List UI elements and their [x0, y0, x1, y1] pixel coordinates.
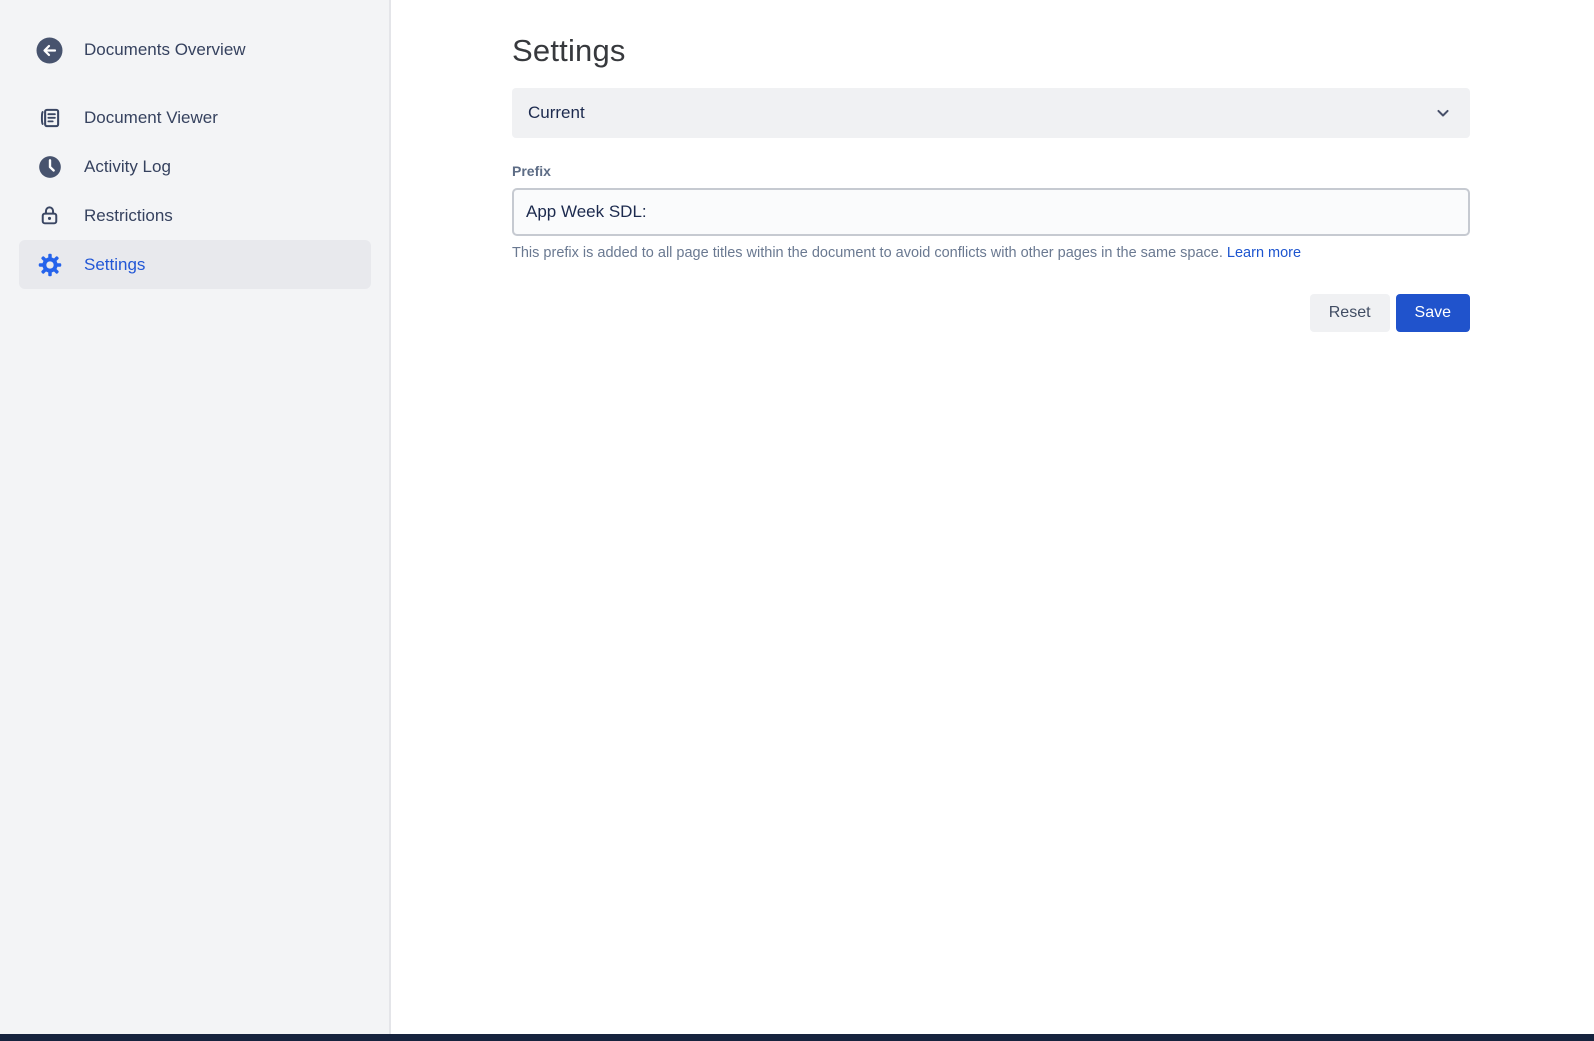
sidebar-item-documents-overview[interactable]: Documents Overview	[0, 30, 389, 70]
main-content: Settings Current Prefix This prefix is a…	[391, 0, 1594, 1034]
lock-icon	[36, 202, 63, 229]
prefix-help-text: This prefix is added to all page titles …	[512, 245, 1470, 261]
version-dropdown[interactable]: Current	[512, 88, 1470, 138]
back-arrow-icon	[36, 37, 63, 64]
save-button[interactable]: Save	[1396, 294, 1470, 332]
gear-icon	[36, 251, 63, 278]
sidebar-item-settings[interactable]: Settings	[19, 240, 371, 289]
version-dropdown-value: Current	[528, 103, 585, 123]
sidebar-item-label: Documents Overview	[84, 40, 246, 60]
sidebar-item-document-viewer[interactable]: Document Viewer	[0, 93, 389, 142]
app-window: Documents Overview Document Viewer Activ…	[0, 0, 1594, 1034]
chevron-down-icon	[1433, 103, 1453, 123]
document-viewer-icon	[36, 104, 63, 131]
sidebar: Documents Overview Document Viewer Activ…	[0, 0, 391, 1034]
prefix-input[interactable]	[512, 188, 1470, 236]
clock-icon	[36, 153, 63, 180]
sidebar-item-label: Activity Log	[84, 157, 171, 177]
sidebar-item-label: Settings	[84, 255, 145, 275]
prefix-label: Prefix	[512, 163, 1470, 179]
sidebar-item-label: Restrictions	[84, 206, 173, 226]
sidebar-item-restrictions[interactable]: Restrictions	[0, 191, 389, 240]
prefix-help-text-body: This prefix is added to all page titles …	[512, 245, 1223, 261]
learn-more-link[interactable]: Learn more	[1227, 245, 1301, 261]
sidebar-item-activity-log[interactable]: Activity Log	[0, 142, 389, 191]
window-bottom-edge	[0, 1034, 1594, 1041]
page-title: Settings	[512, 33, 1470, 69]
sidebar-item-label: Document Viewer	[84, 108, 218, 128]
reset-button[interactable]: Reset	[1310, 294, 1390, 332]
form-actions: Reset Save	[512, 294, 1470, 332]
